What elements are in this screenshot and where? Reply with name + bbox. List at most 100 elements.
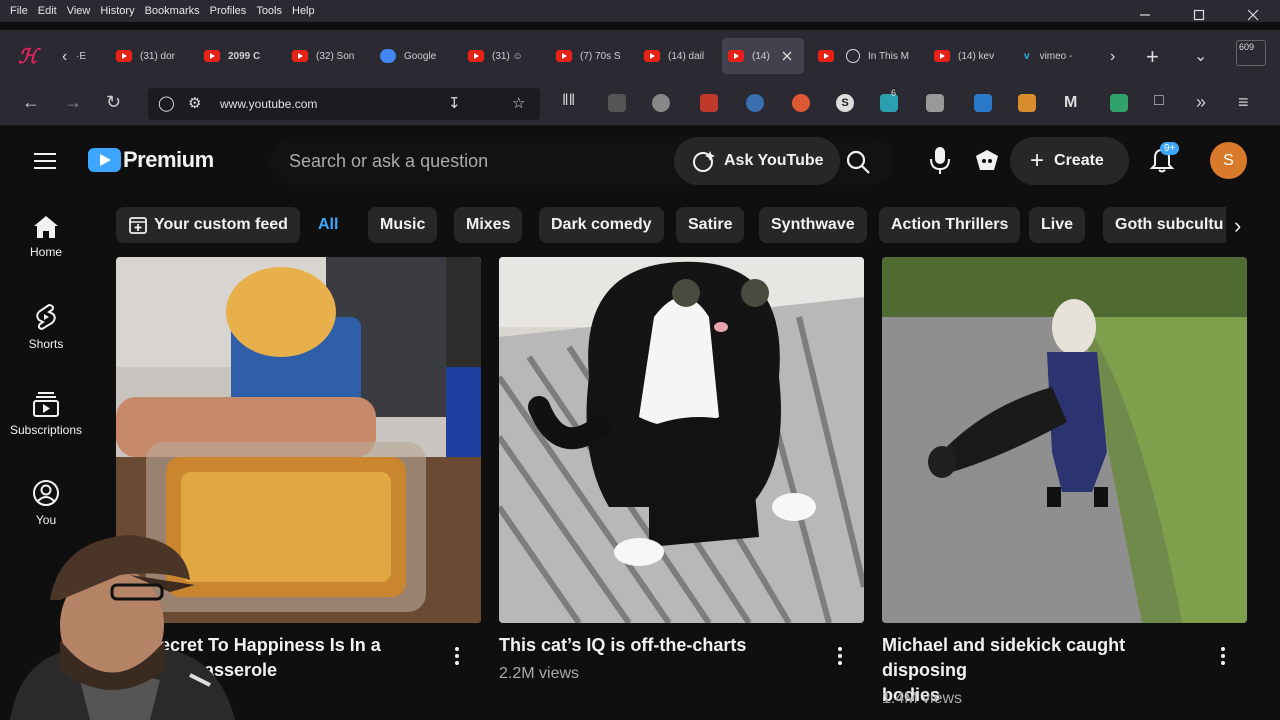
chip-goth-subculture[interactable]: Goth subcultu [1103, 207, 1226, 243]
chip-mixes[interactable]: Mixes [454, 207, 523, 243]
app-logo-icon[interactable]: ℋ [18, 44, 38, 68]
bookmark-star-icon[interactable]: ☆ [512, 94, 525, 112]
sidebar-item-home[interactable]: Home [0, 215, 92, 259]
sidebar-item-shorts[interactable]: Shorts [0, 303, 92, 351]
extension-wand-icon[interactable] [700, 94, 718, 112]
extension-screen-icon[interactable] [974, 94, 992, 112]
menu-view[interactable]: View [62, 5, 96, 17]
tab[interactable]: (32) Son [292, 38, 358, 74]
extension-s-icon[interactable]: S [836, 94, 854, 112]
tab-title: (31) dor [140, 50, 176, 62]
extension-hat-icon[interactable] [926, 94, 944, 112]
overflow-chevron-icon[interactable]: » [1196, 92, 1206, 113]
search-box[interactable]: Search or ask a question Ask YouTube [270, 137, 894, 185]
voice-search-icon[interactable] [927, 145, 953, 175]
tab[interactable]: ·E [76, 38, 92, 74]
extension-badge: 6 [891, 88, 897, 98]
menu-tools[interactable]: Tools [251, 5, 287, 17]
account-avatar[interactable]: S [1210, 142, 1247, 179]
vimeo-favicon-icon: v [1024, 50, 1030, 62]
michael-thumbnail-image [882, 257, 1247, 623]
maximize-button[interactable] [1172, 0, 1226, 30]
extension-lock-icon[interactable] [608, 94, 626, 112]
app-menu-icon[interactable]: ≡ [1238, 92, 1249, 113]
chip-live[interactable]: Live [1029, 207, 1086, 243]
search-icon[interactable] [845, 149, 871, 175]
video-menu-icon[interactable] [1221, 647, 1225, 668]
extensions-puzzle-icon[interactable]: □ [1154, 92, 1164, 110]
tab[interactable] [818, 38, 838, 74]
back-button[interactable]: ← [22, 92, 40, 113]
extension-cursor-icon[interactable] [746, 94, 764, 112]
tab[interactable]: Google [380, 38, 446, 74]
chip-label: Goth subcultu [1115, 216, 1224, 233]
address-bar[interactable]: ◯ ⚙ www.youtube.com ↧ ☆ [148, 88, 540, 120]
extension-duckduckgo-icon[interactable] [792, 94, 810, 112]
gemini-chat-icon[interactable] [974, 148, 1000, 172]
chips-next-icon[interactable]: › [1234, 213, 1241, 239]
navigation-bar: ← → ↻ ◯ ⚙ www.youtube.com ↧ ☆ ‖‖ S 6 M □… [0, 82, 1280, 126]
chip-all[interactable]: All [306, 207, 351, 243]
site-permissions-icon[interactable]: ⚙ [188, 94, 201, 112]
youtube-favicon-icon [728, 50, 744, 62]
list-all-tabs-icon[interactable]: ⌄ [1194, 46, 1207, 66]
chip-satire[interactable]: Satire [676, 207, 745, 243]
sidebar-item-subscriptions[interactable]: Subscriptions [0, 391, 92, 437]
tab-title: (14) kev [958, 50, 995, 62]
shield-icon[interactable]: ◯ [158, 94, 175, 112]
sidebar-item-you[interactable]: You [0, 479, 92, 527]
video-menu-icon[interactable] [455, 647, 459, 668]
tab[interactable]: (7) 70s S [556, 38, 622, 74]
menu-edit[interactable]: Edit [33, 5, 62, 17]
tab-counter[interactable]: 609 [1236, 40, 1266, 66]
play-circle-icon [846, 49, 860, 63]
menu-profiles[interactable]: Profiles [205, 5, 252, 17]
minimize-button[interactable] [1118, 0, 1172, 30]
chip-synthwave[interactable]: Synthwave [759, 207, 867, 243]
close-tab-icon[interactable] [782, 51, 792, 61]
chip-dark-comedy[interactable]: Dark comedy [539, 207, 664, 243]
webcam-overlay-image [10, 535, 235, 720]
video-thumbnail[interactable] [882, 257, 1247, 623]
ask-youtube-button[interactable]: Ask YouTube [674, 137, 840, 185]
chip-label: All [318, 216, 339, 233]
youtube-premium-logo[interactable]: Premium [88, 147, 214, 173]
tab-title: (14) dail [668, 50, 705, 62]
create-button[interactable]: + Create [1010, 137, 1129, 185]
tab[interactable]: (14) dail [644, 38, 710, 74]
video-title[interactable]: This cat’s IQ is off-the-charts [499, 633, 829, 658]
menu-file[interactable]: File [0, 5, 33, 17]
chip-action-thrillers[interactable]: Action Thrillers [879, 207, 1021, 243]
download-page-icon[interactable]: ↧ [448, 94, 461, 112]
search-input[interactable]: Search or ask a question [289, 151, 488, 172]
chip-your-custom-feed[interactable]: Your custom feed [116, 207, 300, 243]
library-icon[interactable]: ‖‖ [562, 92, 575, 110]
extension-m-icon[interactable]: M [1064, 94, 1082, 112]
video-thumbnail[interactable] [499, 257, 864, 623]
menu-bookmarks[interactable]: Bookmarks [140, 5, 205, 17]
tab[interactable]: v vimeo - [1024, 38, 1090, 74]
tab[interactable]: (31) dor [116, 38, 182, 74]
new-tab-icon[interactable]: + [1146, 44, 1159, 70]
chip-music[interactable]: Music [368, 207, 438, 243]
tab[interactable]: In This M [846, 38, 912, 74]
tabs-scroll-left-icon[interactable]: ‹ [62, 48, 67, 66]
url-text[interactable]: www.youtube.com [220, 97, 317, 111]
tab[interactable]: (14) kev [934, 38, 1000, 74]
menu-help[interactable]: Help [287, 5, 320, 17]
video-menu-icon[interactable] [838, 647, 842, 668]
tab[interactable]: (31) ☺ [468, 38, 534, 74]
tabs-scroll-right-icon[interactable]: › [1110, 48, 1115, 66]
extension-bot-icon[interactable] [1110, 94, 1128, 112]
extension-trash-icon[interactable] [1018, 94, 1036, 112]
tab[interactable]: 2099 C [204, 38, 270, 74]
chip-bar: Your custom feed All Music Mixes Dark co… [116, 207, 1226, 243]
menu-history[interactable]: History [95, 5, 139, 17]
extension-swirl-icon[interactable] [652, 94, 670, 112]
chip-label: Synthwave [771, 216, 855, 233]
guide-menu-icon[interactable] [34, 153, 56, 174]
reload-button[interactable]: ↻ [106, 92, 121, 113]
tab-active[interactable]: (14) [722, 38, 804, 74]
forward-button[interactable]: → [64, 92, 82, 113]
close-window-button[interactable] [1226, 0, 1280, 30]
